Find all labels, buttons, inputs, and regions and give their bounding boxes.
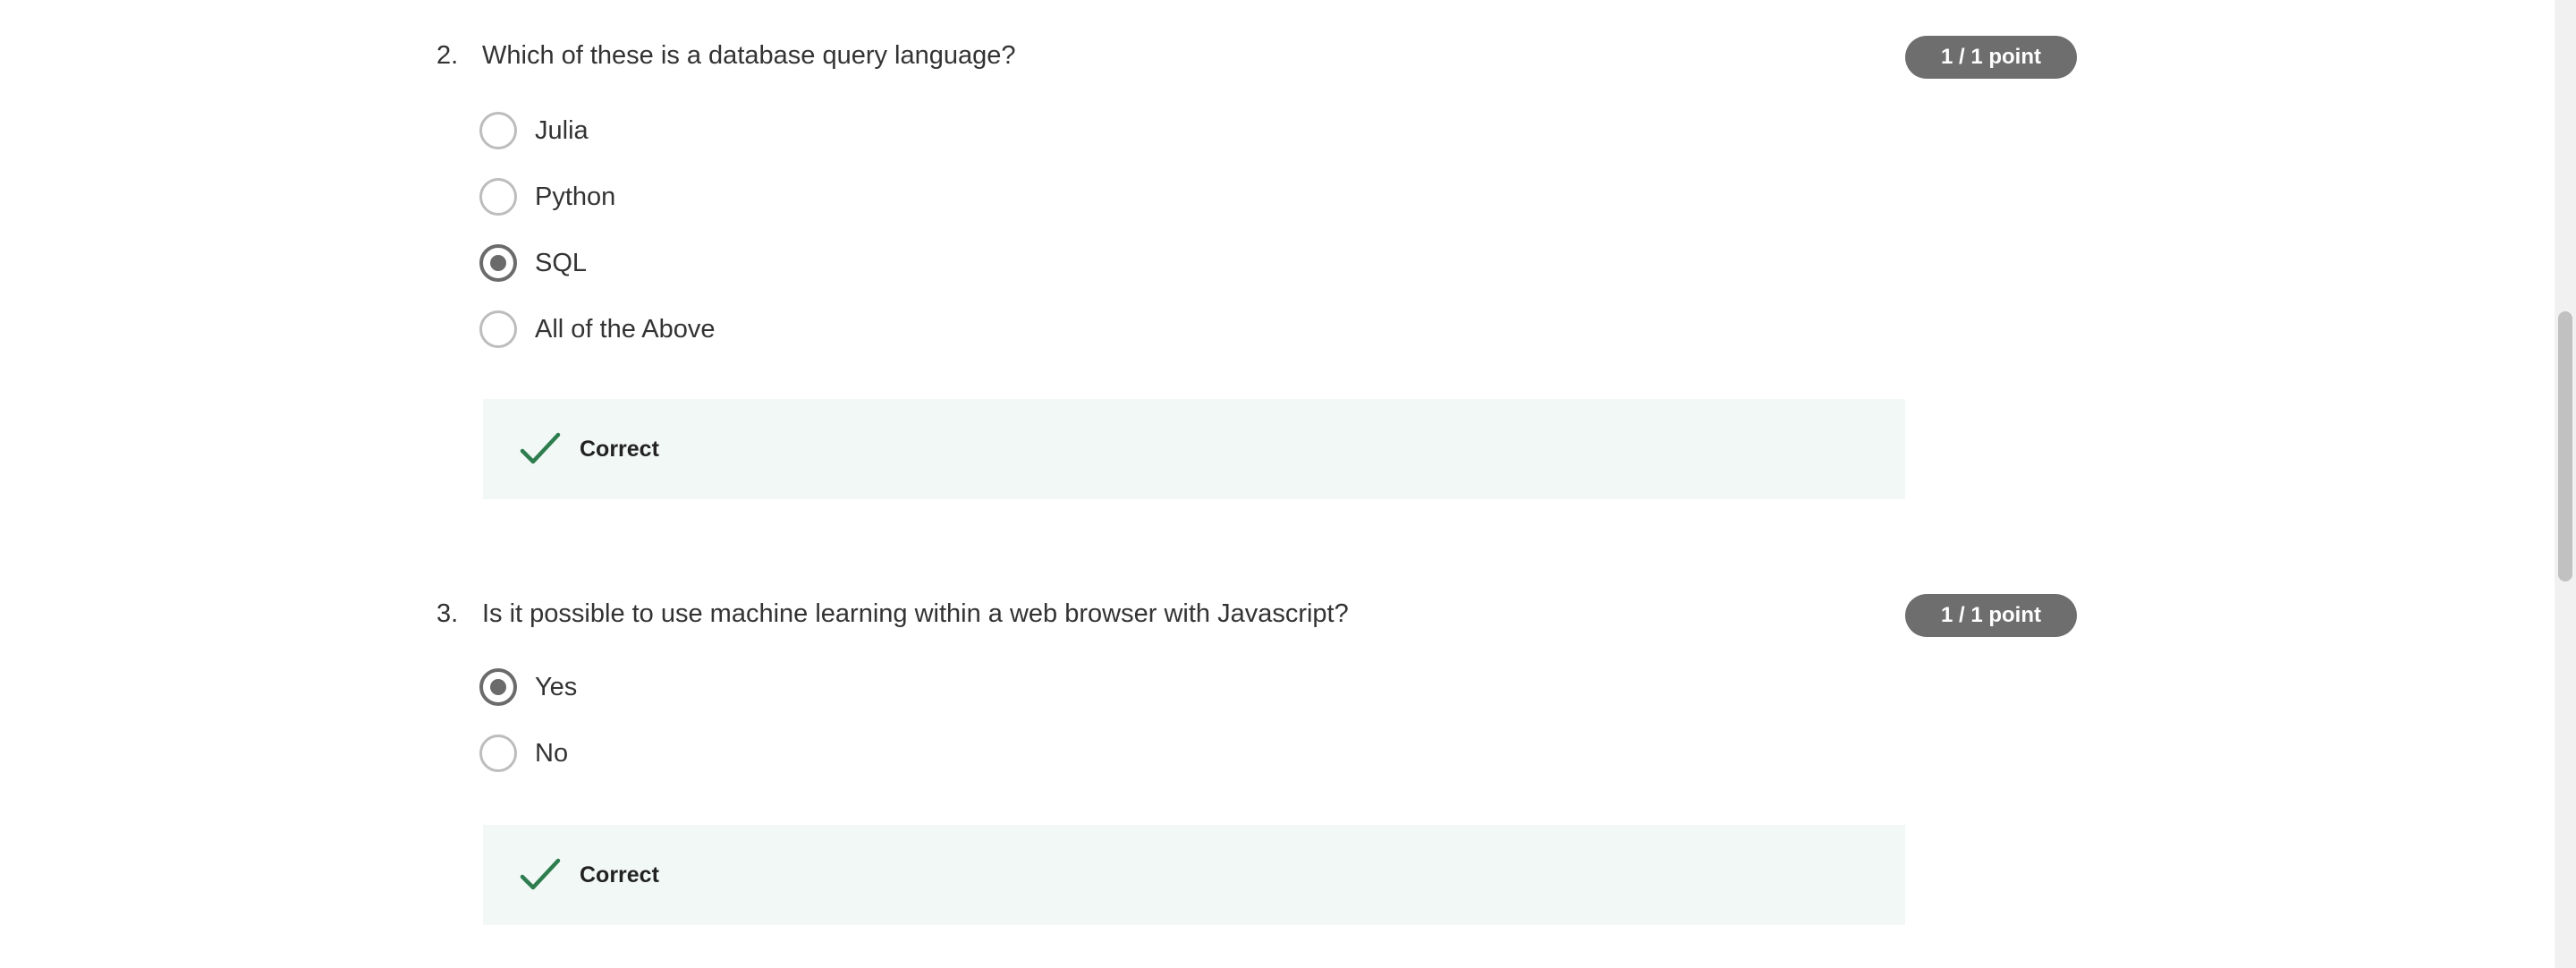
option-yes[interactable]: Yes <box>479 667 577 707</box>
radio-button[interactable] <box>479 310 517 348</box>
check-icon <box>520 432 561 464</box>
feedback-correct: Correct <box>483 825 1905 925</box>
option-no[interactable]: No <box>479 734 568 773</box>
radio-button-selected[interactable] <box>479 244 517 282</box>
option-sql[interactable]: SQL <box>479 243 587 283</box>
option-label: No <box>535 738 569 768</box>
option-label: Yes <box>535 672 578 701</box>
option-label: Julia <box>535 115 589 145</box>
feedback-label: Correct <box>580 436 659 462</box>
radio-button-selected[interactable] <box>479 668 517 706</box>
feedback-correct: Correct <box>483 399 1905 499</box>
question-text: Which of these is a database query langu… <box>482 41 1016 70</box>
radio-button[interactable] <box>479 178 517 216</box>
option-all-of-the-above[interactable]: All of the Above <box>479 310 716 349</box>
check-icon <box>520 858 561 890</box>
option-python[interactable]: Python <box>479 177 615 217</box>
option-label: All of the Above <box>535 314 716 344</box>
question-text: Is it possible to use machine learning w… <box>482 599 1349 628</box>
radio-button[interactable] <box>479 734 517 772</box>
option-label: SQL <box>535 248 588 277</box>
scrollbar-thumb[interactable] <box>2558 311 2572 582</box>
points-badge: 1 / 1 point <box>1905 594 2077 637</box>
option-label: Python <box>535 182 616 211</box>
points-badge: 1 / 1 point <box>1905 36 2077 79</box>
question-number: 2. <box>436 41 459 70</box>
quiz-page: 2. Which of these is a database query la… <box>0 0 2576 968</box>
question-number: 3. <box>436 599 459 628</box>
option-julia[interactable]: Julia <box>479 111 589 150</box>
radio-button[interactable] <box>479 112 517 149</box>
feedback-label: Correct <box>580 862 659 887</box>
